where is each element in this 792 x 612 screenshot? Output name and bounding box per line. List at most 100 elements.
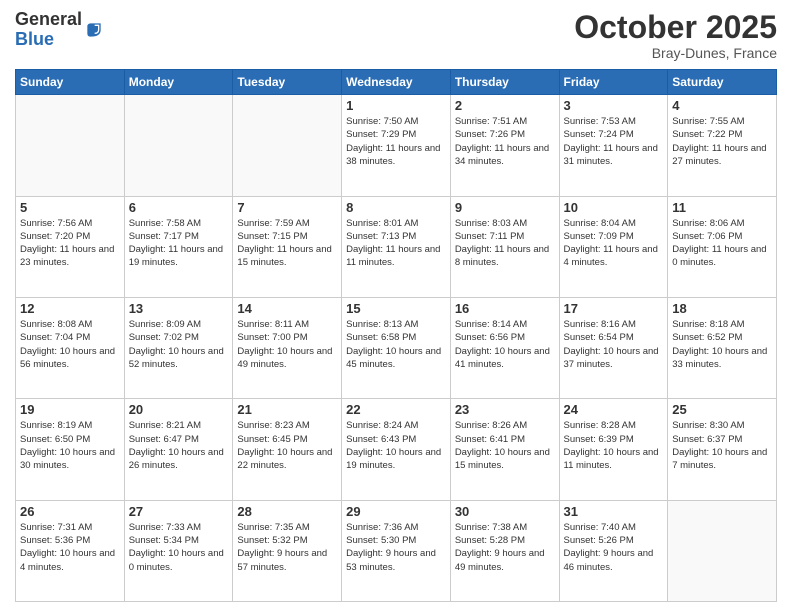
calendar-week-4: 26 Sunrise: 7:31 AM Sunset: 5:36 PM Dayli… xyxy=(16,500,777,601)
col-sunday: Sunday xyxy=(16,70,125,95)
header: General Blue October 2025 Bray-Dunes, Fr… xyxy=(15,10,777,61)
day-info: Sunrise: 7:36 AM Sunset: 5:30 PM Dayligh… xyxy=(346,521,446,574)
col-saturday: Saturday xyxy=(668,70,777,95)
calendar-cell: 17 Sunrise: 8:16 AM Sunset: 6:54 PM Dayli… xyxy=(559,297,668,398)
day-number: 3 xyxy=(564,98,664,113)
calendar-cell: 18 Sunrise: 8:18 AM Sunset: 6:52 PM Dayli… xyxy=(668,297,777,398)
day-number: 19 xyxy=(20,402,120,417)
day-number: 1 xyxy=(346,98,446,113)
calendar-cell: 23 Sunrise: 8:26 AM Sunset: 6:41 PM Dayli… xyxy=(450,399,559,500)
day-number: 12 xyxy=(20,301,120,316)
calendar-cell: 27 Sunrise: 7:33 AM Sunset: 5:34 PM Dayli… xyxy=(124,500,233,601)
calendar-cell: 2Sunrise: 7:51 AM Sunset: 7:26 PM Daylig… xyxy=(450,95,559,196)
calendar-cell xyxy=(668,500,777,601)
calendar-cell: 12Sunrise: 8:08 AM Sunset: 7:04 PM Dayli… xyxy=(16,297,125,398)
day-info: Sunrise: 7:51 AM Sunset: 7:26 PM Dayligh… xyxy=(455,115,555,168)
title-block: October 2025 Bray-Dunes, France xyxy=(574,10,777,61)
calendar-cell: 16 Sunrise: 8:14 AM Sunset: 6:56 PM Dayli… xyxy=(450,297,559,398)
col-friday: Friday xyxy=(559,70,668,95)
day-number: 17 xyxy=(564,301,664,316)
day-number: 13 xyxy=(129,301,229,316)
day-info: Sunrise: 8:04 AM Sunset: 7:09 PM Dayligh… xyxy=(564,217,664,270)
calendar-cell: 6Sunrise: 7:58 AM Sunset: 7:17 PM Daylig… xyxy=(124,196,233,297)
day-number: 20 xyxy=(129,402,229,417)
calendar-cell: 5 Sunrise: 7:56 AM Sunset: 7:20 PM Daylig… xyxy=(16,196,125,297)
day-number: 28 xyxy=(237,504,337,519)
calendar-cell: 28 Sunrise: 7:35 AM Sunset: 5:32 PM Dayli… xyxy=(233,500,342,601)
calendar-cell xyxy=(16,95,125,196)
day-number: 24 xyxy=(564,402,664,417)
day-number: 8 xyxy=(346,200,446,215)
calendar-cell: 11 Sunrise: 8:06 AM Sunset: 7:06 PM Dayli… xyxy=(668,196,777,297)
col-monday: Monday xyxy=(124,70,233,95)
day-number: 18 xyxy=(672,301,772,316)
month-title: October 2025 xyxy=(574,10,777,45)
day-info: Sunrise: 7:56 AM Sunset: 7:20 PM Dayligh… xyxy=(20,217,120,270)
calendar-header-row: Sunday Monday Tuesday Wednesday Thursday… xyxy=(16,70,777,95)
calendar-cell: 21 Sunrise: 8:23 AM Sunset: 6:45 PM Dayli… xyxy=(233,399,342,500)
day-info: Sunrise: 7:38 AM Sunset: 5:28 PM Dayligh… xyxy=(455,521,555,574)
day-number: 25 xyxy=(672,402,772,417)
day-info: Sunrise: 8:14 AM Sunset: 6:56 PM Dayligh… xyxy=(455,318,555,371)
day-number: 9 xyxy=(455,200,555,215)
calendar-cell: 30 Sunrise: 7:38 AM Sunset: 5:28 PM Dayli… xyxy=(450,500,559,601)
calendar-cell xyxy=(124,95,233,196)
calendar-cell: 29 Sunrise: 7:36 AM Sunset: 5:30 PM Dayli… xyxy=(342,500,451,601)
day-info: Sunrise: 8:19 AM Sunset: 6:50 PM Dayligh… xyxy=(20,419,120,472)
day-info: Sunrise: 8:24 AM Sunset: 6:43 PM Dayligh… xyxy=(346,419,446,472)
calendar-cell: 14 Sunrise: 8:11 AM Sunset: 7:00 PM Dayli… xyxy=(233,297,342,398)
calendar-cell: 25 Sunrise: 8:30 AM Sunset: 6:37 PM Dayli… xyxy=(668,399,777,500)
day-number: 16 xyxy=(455,301,555,316)
calendar-cell: 19 Sunrise: 8:19 AM Sunset: 6:50 PM Dayli… xyxy=(16,399,125,500)
day-info: Sunrise: 8:18 AM Sunset: 6:52 PM Dayligh… xyxy=(672,318,772,371)
calendar-cell: 15Sunrise: 8:13 AM Sunset: 6:58 PM Dayli… xyxy=(342,297,451,398)
day-info: Sunrise: 8:06 AM Sunset: 7:06 PM Dayligh… xyxy=(672,217,772,270)
day-info: Sunrise: 8:11 AM Sunset: 7:00 PM Dayligh… xyxy=(237,318,337,371)
day-number: 29 xyxy=(346,504,446,519)
logo-general: General xyxy=(15,10,82,30)
logo: General Blue xyxy=(15,10,104,50)
calendar-cell: 10Sunrise: 8:04 AM Sunset: 7:09 PM Dayli… xyxy=(559,196,668,297)
logo-blue: Blue xyxy=(15,30,82,50)
day-info: Sunrise: 8:16 AM Sunset: 6:54 PM Dayligh… xyxy=(564,318,664,371)
day-number: 11 xyxy=(672,200,772,215)
day-info: Sunrise: 8:30 AM Sunset: 6:37 PM Dayligh… xyxy=(672,419,772,472)
calendar-cell: 20 Sunrise: 8:21 AM Sunset: 6:47 PM Dayli… xyxy=(124,399,233,500)
day-number: 30 xyxy=(455,504,555,519)
day-info: Sunrise: 7:31 AM Sunset: 5:36 PM Dayligh… xyxy=(20,521,120,574)
location: Bray-Dunes, France xyxy=(574,45,777,61)
calendar-table: Sunday Monday Tuesday Wednesday Thursday… xyxy=(15,69,777,602)
day-number: 7 xyxy=(237,200,337,215)
day-number: 23 xyxy=(455,402,555,417)
calendar-cell: 8Sunrise: 8:01 AM Sunset: 7:13 PM Daylig… xyxy=(342,196,451,297)
calendar-cell: 24Sunrise: 8:28 AM Sunset: 6:39 PM Dayli… xyxy=(559,399,668,500)
calendar-week-0: 1 Sunrise: 7:50 AM Sunset: 7:29 PM Daylig… xyxy=(16,95,777,196)
day-number: 4 xyxy=(672,98,772,113)
calendar-cell: 4 Sunrise: 7:55 AM Sunset: 7:22 PM Daylig… xyxy=(668,95,777,196)
calendar-cell: 13 Sunrise: 8:09 AM Sunset: 7:02 PM Dayli… xyxy=(124,297,233,398)
calendar-cell: 26 Sunrise: 7:31 AM Sunset: 5:36 PM Dayli… xyxy=(16,500,125,601)
day-info: Sunrise: 7:35 AM Sunset: 5:32 PM Dayligh… xyxy=(237,521,337,574)
day-number: 21 xyxy=(237,402,337,417)
day-info: Sunrise: 8:23 AM Sunset: 6:45 PM Dayligh… xyxy=(237,419,337,472)
calendar-week-3: 19 Sunrise: 8:19 AM Sunset: 6:50 PM Dayli… xyxy=(16,399,777,500)
calendar-cell: 7Sunrise: 7:59 AM Sunset: 7:15 PM Daylig… xyxy=(233,196,342,297)
day-number: 15 xyxy=(346,301,446,316)
calendar-week-2: 12Sunrise: 8:08 AM Sunset: 7:04 PM Dayli… xyxy=(16,297,777,398)
day-info: Sunrise: 7:50 AM Sunset: 7:29 PM Dayligh… xyxy=(346,115,446,168)
col-wednesday: Wednesday xyxy=(342,70,451,95)
day-info: Sunrise: 8:09 AM Sunset: 7:02 PM Dayligh… xyxy=(129,318,229,371)
day-info: Sunrise: 7:55 AM Sunset: 7:22 PM Dayligh… xyxy=(672,115,772,168)
calendar-cell: 31Sunrise: 7:40 AM Sunset: 5:26 PM Dayli… xyxy=(559,500,668,601)
day-number: 26 xyxy=(20,504,120,519)
calendar-cell: 3Sunrise: 7:53 AM Sunset: 7:24 PM Daylig… xyxy=(559,95,668,196)
day-info: Sunrise: 8:21 AM Sunset: 6:47 PM Dayligh… xyxy=(129,419,229,472)
day-info: Sunrise: 8:26 AM Sunset: 6:41 PM Dayligh… xyxy=(455,419,555,472)
day-number: 6 xyxy=(129,200,229,215)
calendar-cell: 9Sunrise: 8:03 AM Sunset: 7:11 PM Daylig… xyxy=(450,196,559,297)
day-info: Sunrise: 7:33 AM Sunset: 5:34 PM Dayligh… xyxy=(129,521,229,574)
calendar-cell xyxy=(233,95,342,196)
day-number: 14 xyxy=(237,301,337,316)
day-number: 27 xyxy=(129,504,229,519)
day-number: 5 xyxy=(20,200,120,215)
